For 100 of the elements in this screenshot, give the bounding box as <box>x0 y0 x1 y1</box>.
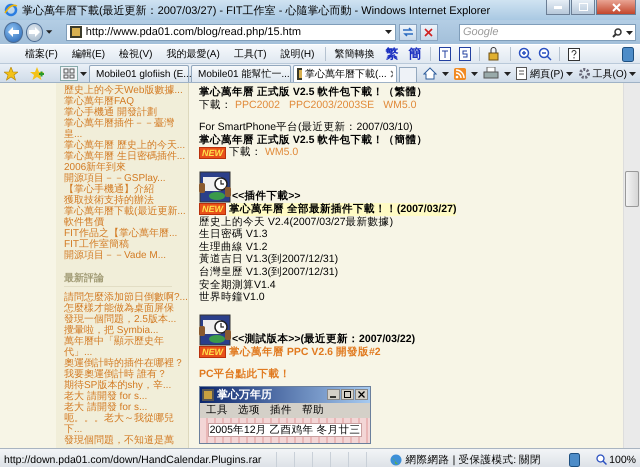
help-icon[interactable] <box>568 48 580 60</box>
home-icon[interactable] <box>423 67 438 80</box>
article-link[interactable]: 軟件售價 <box>64 217 188 228</box>
calendar-clock-icon <box>199 314 231 346</box>
download-link[interactable]: PPC2003/2003SE <box>288 98 374 112</box>
converter-button[interactable]: 簡 <box>403 45 426 63</box>
minimize-icon <box>554 6 562 8</box>
new-badge: NEW <box>199 203 226 216</box>
maximize-button[interactable] <box>571 0 595 15</box>
zoom-out-icon[interactable] <box>538 47 552 61</box>
back-button[interactable] <box>4 22 24 42</box>
new-badge: NEW <box>199 146 226 159</box>
comment-link[interactable]: 呃。。。老大～我從哪兒下... <box>64 413 188 435</box>
stop-icon <box>424 28 434 36</box>
comment-link[interactable]: 我要奧運倒計時 誰有？ <box>64 369 188 380</box>
address-field[interactable]: http://www.pda01.com/blog/read.php/15.htm <box>66 24 396 40</box>
panel-icon[interactable] <box>569 452 580 466</box>
comments-heading: 最新評論 <box>64 273 172 287</box>
quick-tabs-icon[interactable] <box>60 66 78 81</box>
zoom-level[interactable]: 100% <box>596 454 636 466</box>
add-favorite-icon[interactable] <box>30 66 44 80</box>
menu-item[interactable]: 說明(H) <box>274 47 322 61</box>
comment-link[interactable]: 老大 請開發 for s... <box>64 402 188 413</box>
arrow-right-icon <box>29 27 40 37</box>
download-heading: 掌心萬年曆 正式版 V2.5 軟件包下載！（繁體） <box>199 86 428 99</box>
app-date: 2005年12月 乙酉鸡年 冬月廿三 <box>208 422 362 438</box>
browser-tab[interactable]: Mobile01 glofiish (E... <box>89 65 189 82</box>
article-link[interactable]: 開源項目－－Vade M... <box>64 250 188 261</box>
refresh-button[interactable] <box>398 24 417 40</box>
article-link[interactable]: 掌心手機通 開發計劃 <box>64 107 188 118</box>
address-dropdown[interactable] <box>384 30 392 34</box>
zoom-icon <box>596 454 608 465</box>
menu-item[interactable]: 檢視(V) <box>112 47 160 61</box>
download-link[interactable]: WM5.0 <box>265 146 298 159</box>
article-link[interactable]: FIT工作室簡稿 <box>64 239 188 250</box>
menu-item[interactable]: 我的最愛(A) <box>159 47 227 61</box>
document-icon[interactable] <box>459 47 472 61</box>
comment-link[interactable]: 攪暈啦，把 Symbia... <box>64 325 188 336</box>
browser-tab[interactable]: Mobile01 能幫忙一... <box>191 65 291 82</box>
zoom-in-icon[interactable] <box>518 47 532 61</box>
menu-item[interactable]: 工具(T) <box>226 47 274 61</box>
history-dropdown[interactable] <box>46 30 53 34</box>
new-badge: NEW <box>199 346 226 358</box>
article-link[interactable]: 2006新年到來 <box>64 162 188 173</box>
search-icon[interactable] <box>612 28 622 38</box>
article-link[interactable]: 掌心萬年曆下載(最近更新... <box>64 206 188 217</box>
article-link[interactable]: 掌心萬年曆插件－－臺灣皇... <box>64 118 188 140</box>
calendar-clock-icon <box>199 170 231 203</box>
comment-link[interactable]: 發現個問題，不知道是萬 <box>64 435 188 446</box>
command-menu[interactable]: 網頁(P) <box>516 66 573 80</box>
panel-icon[interactable] <box>622 46 634 62</box>
tab-list-dropdown[interactable] <box>80 72 87 76</box>
window-buttons-drawing <box>327 389 368 400</box>
article-link[interactable]: 掌心萬年曆FAQ <box>64 96 188 107</box>
article-link[interactable]: 獲取技術支持的辦法 <box>64 195 188 206</box>
article-link[interactable]: 【掌心手機通】介紹 <box>64 184 188 195</box>
comment-link[interactable]: 萬年曆中「顯示歷史年代」... <box>64 336 188 358</box>
download-heading: 掌心萬年曆 全部最新插件下載！！(2007/03/27) <box>229 202 456 216</box>
search-field[interactable]: Google <box>459 24 636 40</box>
status-text: http://down.pda01.com/down/HandCalendar.Plugins.rar <box>4 454 262 466</box>
close-button[interactable] <box>596 0 636 15</box>
download-link[interactable]: 掌心萬年曆 PPC V2.6 開發版#2 <box>229 346 381 358</box>
maximize-icon <box>578 3 588 11</box>
article-link[interactable]: FIT作品之【掌心萬年曆... <box>64 228 188 239</box>
feed-dropdown[interactable] <box>471 72 478 76</box>
comment-link[interactable]: 發現一個問題，2.5版本... <box>64 314 188 325</box>
print-dropdown[interactable] <box>504 72 512 76</box>
minimize-button[interactable] <box>546 0 570 15</box>
menu-item[interactable]: 檔案(F) <box>18 47 65 61</box>
download-link[interactable]: PPC2002 <box>235 98 280 112</box>
download-link[interactable]: PC平台點此下載！ <box>199 368 291 381</box>
download-label: 下載： <box>199 98 232 112</box>
printer-icon[interactable] <box>483 67 500 80</box>
article-link[interactable]: 掌心萬年曆 生日密碼插件... <box>64 151 188 162</box>
converter-button[interactable]: 繁 <box>380 45 404 63</box>
close-icon <box>612 2 620 12</box>
download-link[interactable]: WM5.0 <box>383 98 416 112</box>
text-line: 生理曲線 V1.2 <box>199 240 268 253</box>
comment-link[interactable]: 怎麼樣才能做為桌面屏保 <box>64 303 188 314</box>
home-dropdown[interactable] <box>442 72 450 76</box>
menu-item[interactable]: 編輯(E) <box>64 47 112 61</box>
forward-button[interactable] <box>26 22 44 42</box>
refresh-icon <box>402 27 414 37</box>
search-dropdown[interactable] <box>626 30 633 34</box>
article-link[interactable]: 歷史上的今天Web版數據... <box>64 85 188 96</box>
article-link[interactable]: 開源項目－－GSPlay... <box>64 173 188 184</box>
stop-button[interactable] <box>420 24 438 40</box>
command-menu[interactable]: 工具(O) <box>578 66 636 80</box>
browser-tab[interactable]: 掌心萬年曆下載(... <box>293 65 397 82</box>
comment-link[interactable]: 請問怎麼添加節日倒數啊?... <box>64 292 188 303</box>
comment-link[interactable]: 老大 請開發 for s... <box>64 391 188 402</box>
text-line: 安全期測算V1.4 <box>199 278 276 291</box>
scrollbar[interactable] <box>623 83 640 448</box>
security-zone: 網際網路 | 受保護模式: 關閉 <box>406 452 542 466</box>
star-icon[interactable] <box>4 66 18 80</box>
comment-link[interactable]: 奧運倒計時的插件在哪裡？ <box>64 358 188 369</box>
text-line: 黃道吉日 V1.3(到2007/12/31) <box>199 253 338 266</box>
comment-link[interactable]: 期待SP版本的shy，辛... <box>64 380 188 391</box>
document-icon[interactable] <box>439 47 452 61</box>
article-link[interactable]: 掌心萬年曆 歷史上的今天... <box>64 140 188 151</box>
